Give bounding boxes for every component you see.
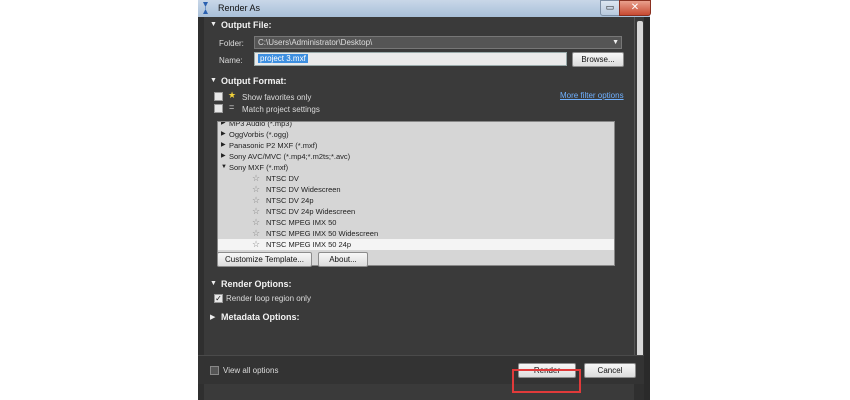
- output-file-heading: Output File:: [221, 20, 272, 30]
- expand-arrow-icon[interactable]: ▶: [221, 140, 226, 151]
- app-icon: [203, 2, 208, 14]
- title-bar[interactable]: Render As ▭ ✕: [198, 0, 651, 17]
- collapse-triangle-icon[interactable]: ▼: [210, 280, 217, 287]
- equals-icon: =: [229, 102, 235, 112]
- show-favorites-checkbox[interactable]: [214, 92, 223, 101]
- item-label: NTSC MPEG IMX 50 24p: [266, 240, 352, 249]
- metadata-options-heading: Metadata Options:: [221, 312, 300, 322]
- checkmark-icon: ✓: [215, 294, 222, 303]
- item-label: NTSC DV 24p Widescreen: [266, 207, 356, 216]
- window-title: Render As: [218, 3, 261, 13]
- format-group-item[interactable]: ▶ Panasonic P2 MXF (*.mxf): [218, 140, 614, 151]
- minimize-button[interactable]: ▭: [600, 0, 620, 16]
- show-favorites-label: Show favorites only: [242, 93, 312, 102]
- favorite-star-icon[interactable]: ☆: [252, 184, 260, 195]
- template-item[interactable]: ☆ NTSC DV 24p: [218, 195, 614, 206]
- item-label: NTSC DV Widescreen: [266, 185, 341, 194]
- name-input[interactable]: project 3.mxf: [254, 52, 567, 66]
- format-template-list[interactable]: ▶ MP3 Audio (*.mp3) ▶ OggVorbis (*.ogg) ▶ Pan…: [217, 121, 615, 266]
- dialog-content: ▼ Output File: Folder: C:\Users\Administ…: [204, 17, 634, 400]
- template-item[interactable]: ☆ NTSC DV Widescreen: [218, 184, 614, 195]
- customize-template-button[interactable]: Customize Template...: [217, 252, 312, 267]
- template-item[interactable]: ☆ NTSC MPEG IMX 50: [218, 217, 614, 228]
- collapse-triangle-icon[interactable]: ▼: [210, 21, 217, 28]
- favorite-star-icon[interactable]: ☆: [252, 239, 260, 250]
- window-controls: ▭ ✕: [600, 0, 651, 16]
- expand-arrow-icon[interactable]: ▶: [221, 129, 226, 140]
- favorite-star-icon[interactable]: ☆: [252, 228, 260, 239]
- folder-value: C:\Users\Administrator\Desktop\: [258, 38, 373, 47]
- format-group-item[interactable]: ▼ Sony MXF (*.mxf): [218, 162, 614, 173]
- format-group-item[interactable]: ▶ MP3 Audio (*.mp3): [218, 121, 614, 129]
- item-label: Sony AVC/MVC (*.mp4;*.m2ts;*.avc): [229, 152, 351, 161]
- name-label: Name:: [219, 56, 243, 65]
- expand-arrow-icon[interactable]: ▶: [221, 151, 226, 162]
- view-all-options-label: View all options: [223, 366, 279, 375]
- expand-triangle-icon[interactable]: ▶: [210, 313, 215, 321]
- template-item[interactable]: ☆ NTSC DV: [218, 173, 614, 184]
- favorite-star-icon[interactable]: ☆: [252, 217, 260, 228]
- item-label: NTSC MPEG IMX 50 Widescreen: [266, 229, 379, 238]
- item-label: NTSC DV: [266, 174, 299, 183]
- expand-arrow-icon[interactable]: ▶: [221, 122, 226, 129]
- folder-label: Folder:: [219, 39, 244, 48]
- view-all-options-checkbox[interactable]: [210, 366, 219, 375]
- browse-button[interactable]: Browse...: [572, 52, 624, 67]
- render-highlight-outline: [512, 369, 581, 393]
- output-format-heading: Output Format:: [221, 76, 287, 86]
- cancel-button[interactable]: Cancel: [584, 363, 636, 378]
- item-label: MP3 Audio (*.mp3): [229, 121, 292, 128]
- render-options-heading: Render Options:: [221, 279, 292, 289]
- match-settings-checkbox[interactable]: [214, 104, 223, 113]
- template-item[interactable]: ☆ NTSC MPEG IMX 50 Widescreen: [218, 228, 614, 239]
- folder-field[interactable]: C:\Users\Administrator\Desktop\ ▼: [254, 36, 622, 49]
- about-button[interactable]: About...: [318, 252, 368, 267]
- loop-region-label: Render loop region only: [226, 294, 311, 303]
- format-group-item[interactable]: ▶ Sony AVC/MVC (*.mp4;*.m2ts;*.avc): [218, 151, 614, 162]
- render-as-dialog: Render As ▭ ✕ ▼ Output File: Folder: C:\…: [198, 0, 651, 400]
- template-item[interactable]: ☆ NTSC DV 24p Widescreen: [218, 206, 614, 217]
- favorite-star-icon[interactable]: ☆: [252, 173, 260, 184]
- collapse-triangle-icon[interactable]: ▼: [210, 77, 217, 84]
- collapse-arrow-icon[interactable]: ▼: [221, 162, 227, 173]
- loop-region-checkbox[interactable]: ✓: [214, 294, 223, 303]
- dialog-scroll-thumb[interactable]: [637, 21, 643, 361]
- item-label: NTSC DV 24p: [266, 196, 314, 205]
- list-scrollbar[interactable]: ▲ ▼: [614, 122, 615, 265]
- close-icon: ✕: [630, 2, 640, 13]
- star-icon: ★: [228, 90, 237, 100]
- match-settings-label: Match project settings: [242, 105, 320, 114]
- window-border: [644, 17, 650, 400]
- item-label: Panasonic P2 MXF (*.mxf): [229, 141, 318, 150]
- template-item[interactable]: ☆ NTSC MPEG IMX 50 24p: [218, 239, 614, 250]
- more-filter-options-link[interactable]: More filter options: [560, 91, 624, 100]
- format-group-item[interactable]: ▶ OggVorbis (*.ogg): [218, 129, 614, 140]
- item-label: OggVorbis (*.ogg): [229, 130, 289, 139]
- favorite-star-icon[interactable]: ☆: [252, 206, 260, 217]
- item-label: NTSC MPEG IMX 50: [266, 218, 337, 227]
- item-label: Sony MXF (*.mxf): [229, 163, 289, 172]
- favorite-star-icon[interactable]: ☆: [252, 195, 260, 206]
- name-value: project 3.mxf: [258, 54, 308, 63]
- close-button[interactable]: ✕: [619, 0, 651, 16]
- dropdown-arrow-icon[interactable]: ▼: [612, 37, 619, 48]
